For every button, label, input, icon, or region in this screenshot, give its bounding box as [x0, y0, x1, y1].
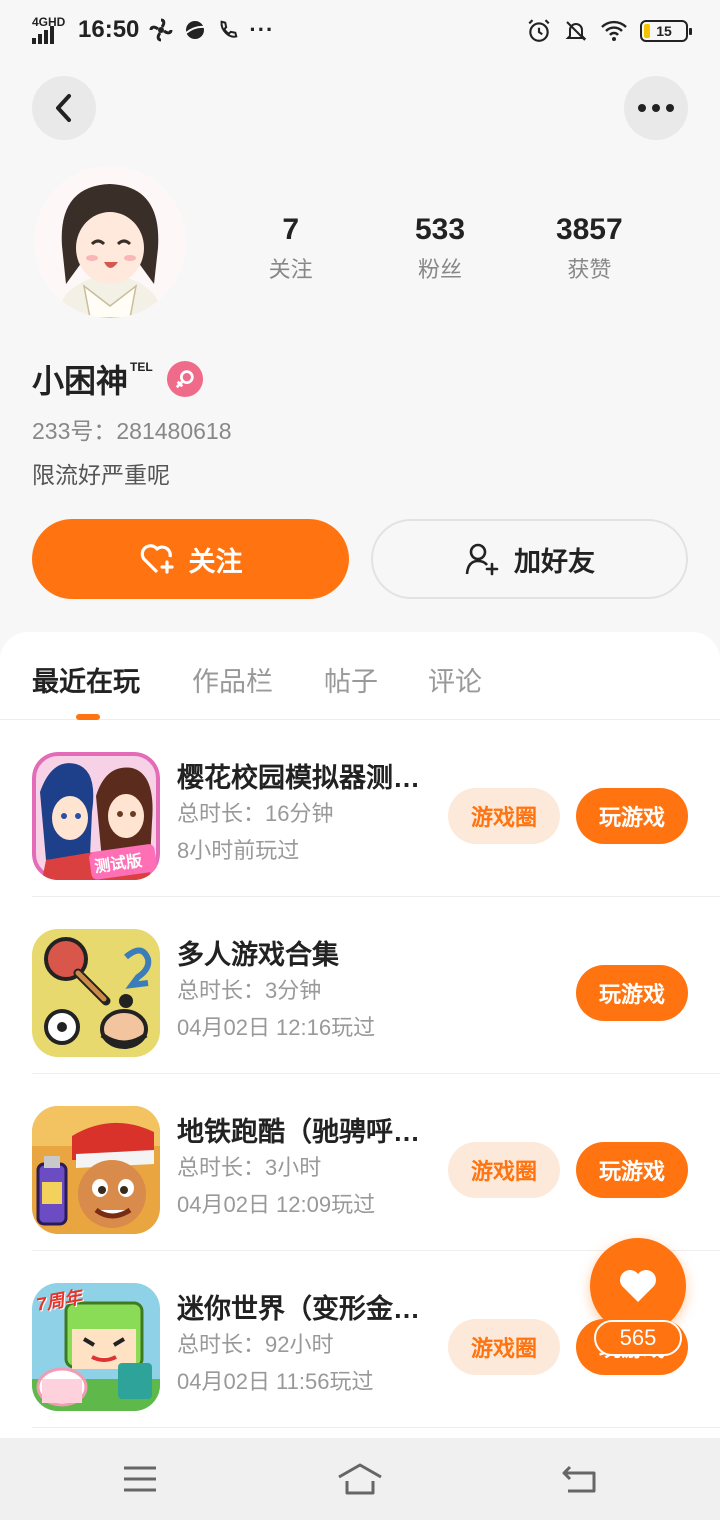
tab-comments[interactable]: 评论: [428, 660, 482, 699]
home-button[interactable]: [332, 1456, 388, 1502]
stat-value: 3857: [555, 213, 623, 246]
fan-icon: [149, 18, 173, 42]
back-nav-button[interactable]: [552, 1456, 608, 1502]
play-game-button[interactable]: 玩游戏: [576, 965, 688, 1021]
play-game-button[interactable]: 玩游戏: [576, 788, 688, 844]
user-name-text: 小困神: [32, 363, 129, 399]
add-user-icon: [465, 543, 499, 576]
planet-icon: [185, 21, 205, 39]
recent-apps-button[interactable]: [112, 1456, 168, 1502]
stat-followers[interactable]: 533 粉丝: [365, 210, 514, 284]
game-last-played: 04月02日 12:09玩过: [177, 1192, 376, 1217]
game-circle-button[interactable]: 游戏圈: [448, 1142, 560, 1198]
stat-following[interactable]: 7 关注: [216, 210, 365, 284]
name-suffix: TEL: [130, 360, 153, 374]
home-icon: [338, 1463, 382, 1495]
female-icon: [166, 361, 203, 397]
heart-icon: [620, 1270, 656, 1302]
sakura-school-icon: 测试版: [32, 752, 160, 880]
stat-label: 粉丝: [417, 257, 462, 282]
tab-recently-played[interactable]: 最近在玩: [32, 660, 140, 699]
user-id: 233号：281480618: [32, 418, 232, 444]
avatar[interactable]: [34, 166, 186, 318]
follow-button[interactable]: 关注: [32, 519, 349, 599]
signal-icon: 4GHD: [32, 16, 68, 44]
wifi-icon: [601, 20, 627, 41]
game-title: 迷你世界（变形金刚）: [177, 1294, 427, 1324]
game-title: 樱花校园模拟器测试版: [177, 763, 427, 793]
add-friend-label: 加好友: [514, 546, 595, 577]
game-last-played: 04月02日 11:56玩过: [177, 1369, 374, 1394]
game-title: 地铁跑酷（驰骋呼伦贝尔）: [177, 1117, 427, 1147]
chevron-left-icon: [56, 94, 71, 122]
profile-tabs: 最近在玩 作品栏 帖子 评论: [0, 632, 720, 720]
tab-posts[interactable]: 帖子: [324, 660, 378, 699]
game-duration: 总时长：92小时: [177, 1332, 334, 1357]
alarm-icon: [528, 19, 550, 42]
name-row: 小困神 TEL: [32, 356, 203, 402]
play-game-button[interactable]: 玩游戏: [576, 1142, 688, 1198]
multiplayer-collection-icon: [32, 929, 160, 1057]
game-circle-button[interactable]: 游戏圈: [448, 788, 560, 844]
follow-label: 关注: [188, 546, 243, 577]
user-name: 小困神 TEL: [32, 356, 153, 402]
status-time: 16:50: [78, 16, 140, 43]
game-duration: 总时长：3小时: [177, 1155, 322, 1180]
game-title: 多人游戏合集: [177, 940, 339, 970]
heart-plus-icon: [140, 544, 174, 574]
stat-label: 关注: [268, 257, 313, 282]
return-icon: [562, 1465, 596, 1493]
battery-icon: 15: [640, 20, 692, 42]
stat-value: 533: [414, 213, 466, 246]
stat-likes[interactable]: 3857 获赞: [515, 210, 664, 284]
mini-world-icon: 7周年: [32, 1283, 160, 1411]
game-duration: 总时长：3分钟: [177, 978, 322, 1003]
subway-surfers-icon: [32, 1106, 160, 1234]
more-options-button[interactable]: [624, 76, 688, 140]
game-last-played: 04月02日 12:16玩过: [177, 1015, 376, 1040]
mute-bell-icon: [565, 21, 587, 41]
tab-works[interactable]: 作品栏: [192, 660, 273, 699]
more-status-icon: ···: [249, 17, 275, 42]
user-bio: 限流好严重呢: [32, 462, 170, 488]
stat-value: 7: [282, 213, 299, 246]
system-nav-bar: [0, 1438, 720, 1520]
stat-label: 获赞: [567, 257, 612, 282]
back-button[interactable]: [32, 76, 96, 140]
list-item[interactable]: 多人游戏合集 总时长：3分钟 04月02日 12:16玩过 玩游戏: [32, 897, 720, 1074]
avatar-image: [34, 166, 186, 318]
list-item[interactable]: 地铁跑酷（驰骋呼伦贝尔） 总时长：3小时 04月02日 12:09玩过 游戏圈 …: [32, 1074, 720, 1251]
game-circle-button[interactable]: 游戏圈: [448, 1319, 560, 1375]
list-item[interactable]: 测试版 樱花校园模拟器测试版 总时长：16分钟 8小时前玩过 游戏圈 玩游戏: [32, 720, 720, 897]
phone-icon: [220, 20, 238, 38]
status-bar: 4GHD 16:50 ··· 15: [0, 0, 720, 64]
more-dots-icon: [638, 104, 674, 112]
like-count: 565: [594, 1320, 682, 1356]
game-duration: 总时长：16分钟: [177, 801, 334, 826]
profile-stats: 7 关注 533 粉丝 3857 获赞: [216, 210, 664, 284]
game-last-played: 8小时前玩过: [177, 838, 300, 863]
battery-level: 15: [656, 23, 672, 39]
add-friend-button[interactable]: 加好友: [371, 519, 688, 599]
menu-icon: [124, 1466, 156, 1492]
